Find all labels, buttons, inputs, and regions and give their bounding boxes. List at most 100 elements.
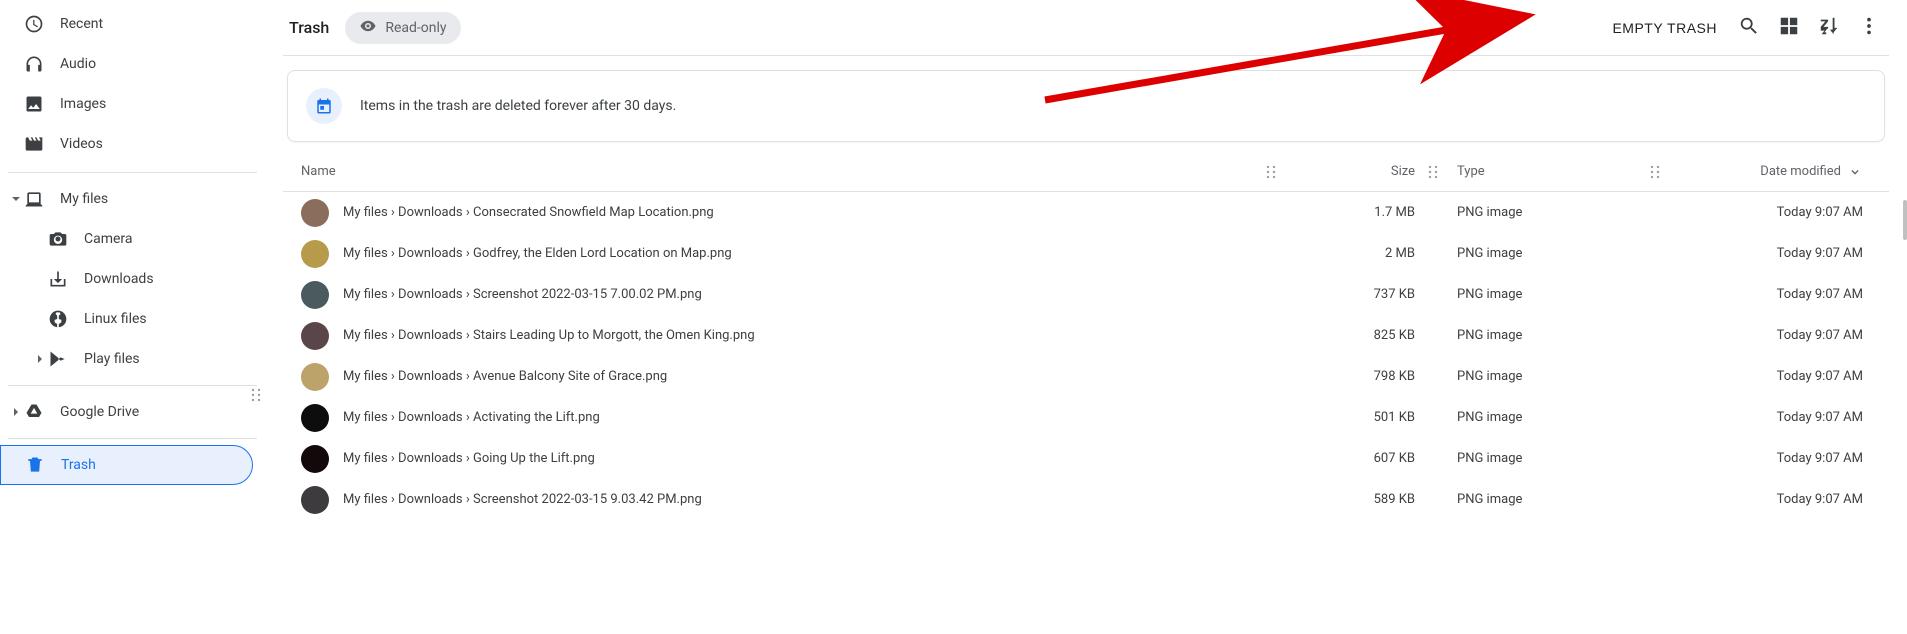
file-date: Today 9:07 AM — [1661, 246, 1871, 261]
view-grid-button[interactable] — [1769, 8, 1809, 48]
calendar-icon — [306, 88, 342, 124]
sidebar-item-videos[interactable]: Videos — [0, 124, 253, 164]
file-path: My files › Downloads › Stairs Leading Up… — [343, 328, 1265, 343]
sidebar-item-trash[interactable]: Trash — [0, 445, 253, 485]
divider — [8, 385, 257, 386]
file-path: My files › Downloads › Avenue Balcony Si… — [343, 369, 1265, 384]
empty-trash-button[interactable]: EMPTY TRASH — [1600, 12, 1729, 44]
sidebar-item-downloads[interactable]: Downloads — [0, 259, 253, 299]
column-resize-grip-icon[interactable] — [1265, 165, 1277, 179]
header: Trash Read-only EMPTY TRASH — [283, 0, 1889, 56]
file-path: My files › Downloads › Screenshot 2022-0… — [343, 492, 1265, 507]
file-type: PNG image — [1439, 205, 1649, 220]
file-rows: My files › Downloads › Consecrated Snowf… — [283, 192, 1889, 520]
table-row[interactable]: My files › Downloads › Going Up the Lift… — [283, 438, 1889, 479]
column-resize-grip-icon[interactable] — [1427, 165, 1439, 179]
file-size: 607 KB — [1277, 451, 1427, 466]
column-resize-grip-icon[interactable] — [1649, 165, 1661, 179]
sidebar-item-my-files[interactable]: My files — [0, 179, 253, 219]
sidebar-item-audio[interactable]: Audio — [0, 44, 253, 84]
sidebar-item-label: Videos — [60, 136, 103, 152]
file-path: My files › Downloads › Activating the Li… — [343, 410, 1265, 425]
more-options-button[interactable] — [1849, 8, 1889, 48]
divider — [8, 172, 257, 173]
drive-icon — [24, 402, 44, 422]
column-label: Size — [1391, 164, 1415, 179]
table-row[interactable]: My files › Downloads › Consecrated Snowf… — [283, 192, 1889, 233]
search-icon — [1738, 15, 1760, 40]
file-thumbnail — [301, 322, 329, 350]
column-header-type[interactable]: Type — [1439, 164, 1649, 179]
sidebar-item-label: Downloads — [84, 271, 154, 287]
eye-icon — [359, 17, 377, 39]
arrow-down-icon — [1847, 162, 1863, 182]
sidebar-item-google-drive[interactable]: Google Drive — [0, 392, 253, 432]
file-type: PNG image — [1439, 369, 1649, 384]
sidebar-item-label: Camera — [84, 231, 133, 247]
sidebar-item-label: Linux files — [84, 311, 147, 327]
column-header-size[interactable]: Size — [1277, 164, 1427, 179]
sidebar-item-recent[interactable]: Recent — [0, 4, 253, 44]
file-type: PNG image — [1439, 451, 1649, 466]
chevron-right-icon — [8, 407, 24, 417]
file-date: Today 9:07 AM — [1661, 328, 1871, 343]
main-content: Trash Read-only EMPTY TRASH — [265, 0, 1907, 634]
table-row[interactable]: My files › Downloads › Stairs Leading Up… — [283, 315, 1889, 356]
divider — [8, 438, 257, 439]
sidebar-item-label: Audio — [60, 56, 96, 72]
grid-icon — [1778, 15, 1800, 40]
sidebar-item-linux-files[interactable]: Linux files — [0, 299, 253, 339]
chevron-down-icon — [8, 194, 24, 204]
table-row[interactable]: My files › Downloads › Screenshot 2022-0… — [283, 479, 1889, 520]
table-row[interactable]: My files › Downloads › Screenshot 2022-0… — [283, 274, 1889, 315]
file-thumbnail — [301, 404, 329, 432]
file-date: Today 9:07 AM — [1661, 451, 1871, 466]
file-date: Today 9:07 AM — [1661, 287, 1871, 302]
table-header: Name Size Type Date modified — [283, 152, 1889, 192]
file-path: My files › Downloads › Consecrated Snowf… — [343, 205, 1265, 220]
sidebar: Recent Audio Images Videos — [0, 0, 265, 634]
table-row[interactable]: My files › Downloads › Avenue Balcony Si… — [283, 356, 1889, 397]
trash-icon — [25, 455, 45, 475]
file-path: My files › Downloads › Screenshot 2022-0… — [343, 287, 1265, 302]
table-row[interactable]: My files › Downloads › Activating the Li… — [283, 397, 1889, 438]
banner-text: Items in the trash are deleted forever a… — [360, 98, 676, 114]
file-size: 737 KB — [1277, 287, 1427, 302]
file-size: 825 KB — [1277, 328, 1427, 343]
sidebar-resize-grip-icon[interactable] — [251, 388, 263, 400]
file-size: 2 MB — [1277, 246, 1427, 261]
play-store-icon — [48, 349, 68, 369]
sidebar-top-section: Recent Audio Images Videos — [0, 2, 265, 166]
file-size: 589 KB — [1277, 492, 1427, 507]
trash-info-banner: Items in the trash are deleted forever a… — [287, 70, 1885, 142]
column-header-date[interactable]: Date modified — [1661, 162, 1871, 182]
file-type: PNG image — [1439, 492, 1649, 507]
scrollbar-thumb[interactable] — [1903, 200, 1907, 240]
file-thumbnail — [301, 445, 329, 473]
column-header-name[interactable]: Name — [301, 164, 1265, 179]
column-label: Date modified — [1760, 164, 1841, 179]
file-path: My files › Downloads › Godfrey, the Elde… — [343, 246, 1265, 261]
page-title: Trash — [289, 18, 329, 37]
sidebar-item-camera[interactable]: Camera — [0, 219, 253, 259]
file-date: Today 9:07 AM — [1661, 205, 1871, 220]
file-size: 798 KB — [1277, 369, 1427, 384]
laptop-icon — [24, 189, 44, 209]
linux-icon — [48, 309, 68, 329]
sidebar-item-play-files[interactable]: Play files — [0, 339, 253, 379]
sidebar-item-label: Play files — [84, 351, 140, 367]
read-only-chip: Read-only — [345, 12, 460, 44]
file-type: PNG image — [1439, 287, 1649, 302]
chevron-right-icon — [32, 354, 48, 364]
sort-az-button[interactable] — [1809, 8, 1849, 48]
file-date: Today 9:07 AM — [1661, 369, 1871, 384]
column-label: Type — [1457, 164, 1485, 179]
camera-icon — [48, 229, 68, 249]
file-path: My files › Downloads › Going Up the Lift… — [343, 451, 1265, 466]
sidebar-item-images[interactable]: Images — [0, 84, 253, 124]
table-row[interactable]: My files › Downloads › Godfrey, the Elde… — [283, 233, 1889, 274]
search-button[interactable] — [1729, 8, 1769, 48]
sidebar-item-label: Trash — [61, 457, 96, 473]
file-size: 501 KB — [1277, 410, 1427, 425]
file-type: PNG image — [1439, 410, 1649, 425]
